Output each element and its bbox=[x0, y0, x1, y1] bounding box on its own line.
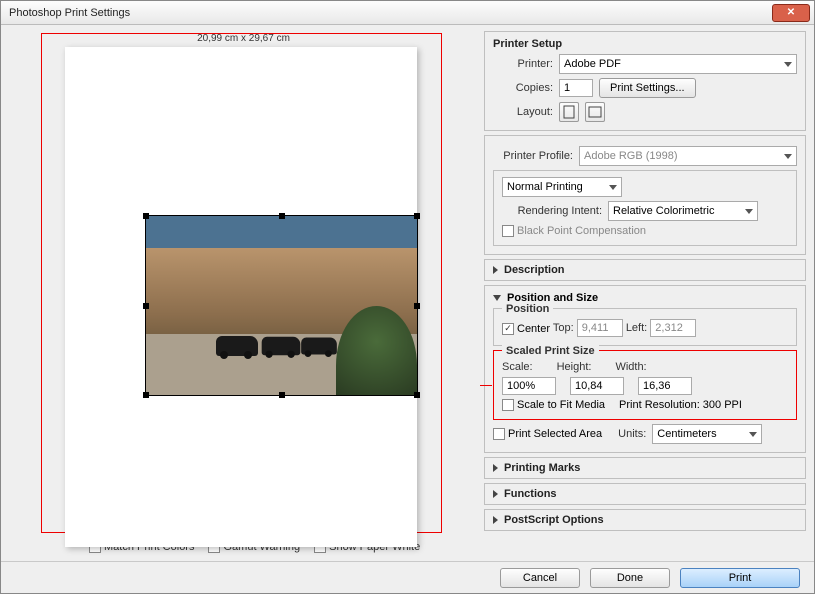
print-settings-dialog: Photoshop Print Settings ✕ 20,99 cm x 29… bbox=[0, 0, 815, 594]
print-button[interactable]: Print bbox=[680, 568, 800, 588]
position-fieldset: Position ✓Center Top: Left: bbox=[493, 308, 797, 346]
triangle-right-icon bbox=[493, 516, 498, 524]
scale-to-fit-check[interactable]: Scale to Fit Media bbox=[502, 399, 605, 411]
height-label: Height: bbox=[557, 361, 592, 373]
description-label: Description bbox=[504, 264, 565, 276]
resize-handle[interactable] bbox=[414, 303, 420, 309]
width-label: Width: bbox=[615, 361, 646, 373]
resize-handle[interactable] bbox=[414, 213, 420, 219]
functions-section[interactable]: Functions bbox=[484, 483, 806, 505]
preview-pane: 20,99 cm x 29,67 cm bbox=[1, 25, 480, 561]
layout-portrait-button[interactable] bbox=[559, 102, 579, 122]
settings-pane: Printer Setup Printer: Adobe PDF Copies:… bbox=[480, 25, 814, 561]
copies-input[interactable] bbox=[559, 79, 593, 97]
position-legend: Position bbox=[502, 303, 553, 315]
preview-image bbox=[146, 216, 417, 395]
paper-dimensions: 20,99 cm x 29,67 cm bbox=[17, 33, 470, 44]
black-point-check[interactable]: Black Point Compensation bbox=[502, 225, 646, 237]
layout-label: Layout: bbox=[493, 106, 553, 118]
printer-profile-select[interactable]: Adobe RGB (1998) bbox=[579, 146, 797, 166]
units-label: Units: bbox=[618, 428, 646, 440]
resize-handle[interactable] bbox=[279, 213, 285, 219]
scale-to-fit-label: Scale to Fit Media bbox=[517, 399, 605, 411]
left-label: Left: bbox=[626, 322, 647, 334]
scale-input[interactable] bbox=[502, 377, 556, 395]
printer-setup-heading: Printer Setup bbox=[493, 38, 797, 50]
image-frame[interactable] bbox=[145, 215, 418, 396]
printing-mode-select[interactable]: Normal Printing bbox=[502, 177, 622, 197]
scale-label: Scale: bbox=[502, 361, 533, 373]
copies-label: Copies: bbox=[493, 82, 553, 94]
scaled-legend: Scaled Print Size bbox=[502, 345, 599, 357]
color-management-panel: Printer Profile: Adobe RGB (1998) Normal… bbox=[484, 135, 806, 255]
description-section[interactable]: Description bbox=[484, 259, 806, 281]
layout-landscape-button[interactable] bbox=[585, 102, 605, 122]
center-label: Center bbox=[517, 323, 550, 335]
printer-select[interactable]: Adobe PDF bbox=[559, 54, 797, 74]
black-point-label: Black Point Compensation bbox=[517, 225, 646, 237]
triangle-down-icon bbox=[493, 295, 501, 301]
resize-handle[interactable] bbox=[143, 213, 149, 219]
landscape-icon bbox=[588, 106, 602, 118]
resize-handle[interactable] bbox=[279, 392, 285, 398]
resize-handle[interactable] bbox=[143, 392, 149, 398]
height-input[interactable] bbox=[570, 377, 624, 395]
resize-handle[interactable] bbox=[414, 392, 420, 398]
preview-wrap: 20,99 cm x 29,67 cm bbox=[17, 33, 470, 533]
top-input[interactable] bbox=[577, 319, 623, 337]
print-selected-area-check[interactable]: Print Selected Area bbox=[493, 428, 602, 440]
units-select[interactable]: Centimeters bbox=[652, 424, 762, 444]
postscript-label: PostScript Options bbox=[504, 514, 604, 526]
titlebar: Photoshop Print Settings ✕ bbox=[1, 1, 814, 25]
triangle-right-icon bbox=[493, 490, 498, 498]
done-button[interactable]: Done bbox=[590, 568, 670, 588]
scaled-print-size-fieldset: Scaled Print Size Scale: Height: Width: bbox=[493, 350, 797, 420]
printing-marks-label: Printing Marks bbox=[504, 462, 580, 474]
print-selected-area-label: Print Selected Area bbox=[508, 428, 602, 440]
triangle-right-icon bbox=[493, 266, 498, 274]
portrait-icon bbox=[563, 105, 575, 119]
cancel-button[interactable]: Cancel bbox=[500, 568, 580, 588]
resize-handle[interactable] bbox=[143, 303, 149, 309]
dialog-footer: Cancel Done Print bbox=[1, 561, 814, 593]
profile-label: Printer Profile: bbox=[493, 150, 573, 162]
print-resolution-label: Print Resolution: 300 PPI bbox=[619, 399, 742, 411]
color-subpanel: Normal Printing Rendering Intent: Relati… bbox=[493, 170, 797, 246]
intent-label: Rendering Intent: bbox=[502, 205, 602, 217]
paper-preview[interactable] bbox=[65, 47, 417, 547]
close-button[interactable]: ✕ bbox=[772, 4, 810, 22]
center-check[interactable]: ✓Center bbox=[502, 323, 550, 335]
functions-label: Functions bbox=[504, 488, 557, 500]
top-label: Top: bbox=[553, 322, 574, 334]
rendering-intent-select[interactable]: Relative Colorimetric bbox=[608, 201, 758, 221]
window-title: Photoshop Print Settings bbox=[5, 7, 130, 19]
dialog-body: 20,99 cm x 29,67 cm bbox=[1, 25, 814, 561]
position-size-panel: Position and Size Position ✓Center Top: … bbox=[484, 285, 806, 453]
printer-label: Printer: bbox=[493, 58, 553, 70]
left-input[interactable] bbox=[650, 319, 696, 337]
postscript-section[interactable]: PostScript Options bbox=[484, 509, 806, 531]
print-settings-button[interactable]: Print Settings... bbox=[599, 78, 696, 98]
width-input[interactable] bbox=[638, 377, 692, 395]
printer-setup-panel: Printer Setup Printer: Adobe PDF Copies:… bbox=[484, 31, 806, 131]
printing-marks-section[interactable]: Printing Marks bbox=[484, 457, 806, 479]
triangle-right-icon bbox=[493, 464, 498, 472]
